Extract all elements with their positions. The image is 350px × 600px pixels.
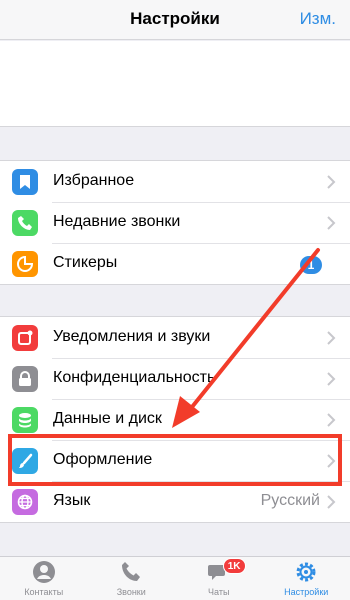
settings-row-appearance[interactable]: Оформление [0,440,350,481]
tab-label: Настройки [284,587,329,597]
row-label: Данные и диск [53,410,162,427]
row-label: Стикеры [53,254,118,271]
chevron-right-icon [327,331,336,345]
sticker-icon [12,251,38,277]
row-separator [52,440,350,441]
person-icon [32,561,55,583]
bookmark-icon [12,169,38,195]
notification-icon [12,325,38,351]
row-label: Язык [53,492,91,509]
row-label: Избранное [53,172,135,189]
chevron-right-icon [327,454,336,468]
settings-row-data-storage[interactable]: Данные и диск [0,399,350,440]
tab-label: Чаты [208,587,230,597]
tab-bar: Контакты Звонки 1K Чаты Настройки [0,556,350,600]
tab-contacts[interactable]: Контакты [0,557,88,600]
tab-chats[interactable]: 1K Чаты [175,557,263,600]
row-separator [52,202,350,203]
settings-group-shortcuts: Избранное Недавние звонки Стикеры 1 [0,160,350,285]
stickers-badge: 1 [300,256,322,274]
chats-badge: 1K [222,558,246,574]
settings-row-recent-calls[interactable]: Недавние звонки [0,202,350,243]
tab-label: Контакты [24,587,64,597]
row-separator [52,243,350,244]
tab-calls[interactable]: Звонки [88,557,176,600]
gear-icon [296,562,316,582]
chevron-right-icon [327,495,336,509]
phone-icon [12,210,38,236]
settings-row-privacy[interactable]: Конфиденциальность [0,358,350,399]
row-label: Уведомления и звуки [53,328,211,345]
row-separator [52,358,350,359]
language-value: Русский [260,492,320,509]
profile-area[interactable] [0,41,350,127]
row-label: Недавние звонки [53,213,181,230]
nav-bar: Настройки Изм. [0,0,350,40]
tab-settings[interactable]: Настройки [263,557,350,600]
database-icon [12,407,38,433]
phone-icon [122,562,141,581]
chevron-right-icon [327,216,336,230]
tab-label: Звонки [116,587,146,597]
lock-icon [12,366,38,392]
row-label: Конфиденциальность [53,369,216,386]
row-separator [52,481,350,482]
brush-icon [12,448,38,474]
page-title: Настройки [130,9,220,28]
settings-group-main: Уведомления и звуки Конфиденциальность Д… [0,316,350,523]
chevron-right-icon [327,372,336,386]
settings-row-language[interactable]: Язык Русский [0,481,350,522]
globe-icon [12,489,38,515]
row-separator [52,399,350,400]
chevron-right-icon [327,175,336,189]
edit-button[interactable]: Изм. [300,9,336,29]
settings-row-stickers[interactable]: Стикеры 1 [0,243,350,284]
settings-row-favorites[interactable]: Избранное [0,161,350,202]
chevron-right-icon [327,413,336,427]
settings-row-notifications[interactable]: Уведомления и звуки [0,317,350,358]
row-label: Оформление [53,451,153,468]
